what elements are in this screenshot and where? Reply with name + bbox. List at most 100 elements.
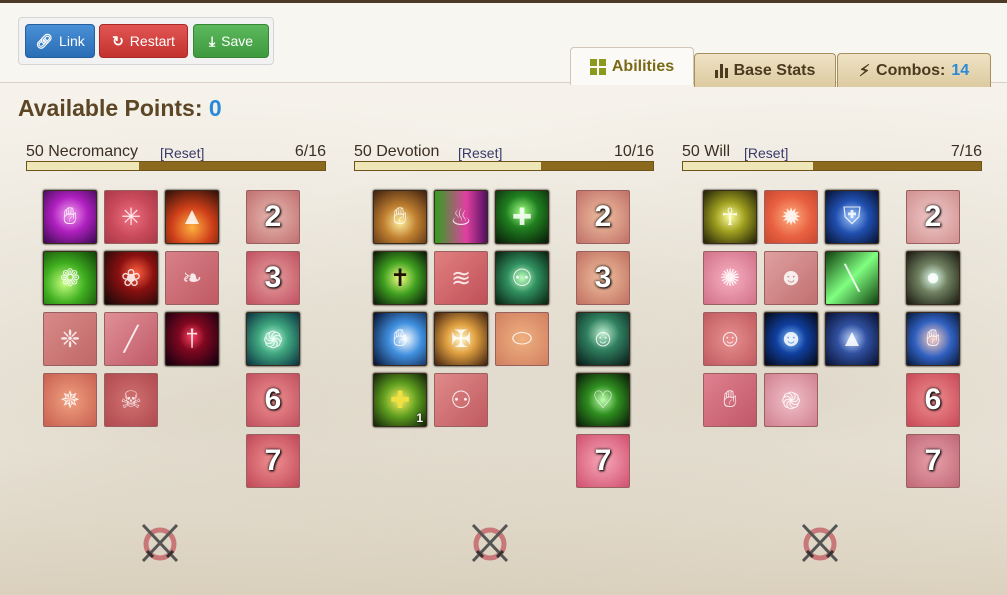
tree-reset-link[interactable]: [Reset] [744, 145, 788, 161]
vortex-icon: ֍ [263, 326, 283, 354]
ability-icon[interactable]: ☥︎ [703, 190, 757, 244]
tier-ability-icon[interactable]: 6 [246, 373, 300, 427]
ability-icon[interactable]: ✝︎ [373, 251, 427, 305]
tree-header: 50 Will [Reset] 7/16 [682, 141, 982, 161]
tree-progress-fill [355, 162, 542, 170]
ability-icon[interactable]: ✳︎ [104, 190, 158, 244]
restart-label: Restart [129, 33, 175, 49]
bust-icon: ☻︎ [778, 264, 804, 291]
grasp-icon: ❁ [59, 264, 81, 292]
save-button[interactable]: ⤓ Save [193, 24, 269, 58]
tier-label: 7 [264, 444, 282, 477]
ability-icon[interactable]: ❈ [43, 312, 97, 366]
ability-icon[interactable]: ╲ [825, 251, 879, 305]
ability-icon[interactable]: ❧ [165, 251, 219, 305]
save-label: Save [221, 33, 254, 49]
tree-point-count: 10/16 [613, 143, 654, 160]
web-icon: ✵ [59, 386, 81, 414]
tree-will: 50 Will [Reset] 7/16 ☥︎ ✹ ⛨︎ ✺ ☻︎ ╲ ☺︎ ☻… [682, 141, 982, 581]
tree-reset-link[interactable]: [Reset] [458, 145, 502, 161]
skull-burst-icon: ❈ [59, 325, 81, 353]
ability-icon[interactable]: † [165, 312, 219, 366]
link-label: Link [59, 33, 85, 49]
ability-icon[interactable]: ♡ [576, 373, 630, 427]
ability-icon[interactable]: ֍ [246, 312, 300, 366]
ability-icon[interactable]: ✋︎ [43, 190, 97, 244]
crossed-swords-icon[interactable] [795, 517, 845, 567]
available-points: Available Points: 0 [18, 95, 222, 122]
ability-icon[interactable]: ✋︎ [703, 373, 757, 427]
spiral-icon: ֎ [781, 387, 801, 415]
healing-hand-icon: ✋︎ [926, 325, 940, 352]
cross-icon: ✝︎ [389, 264, 411, 292]
ability-icon[interactable]: ▲ [165, 190, 219, 244]
tier-label: 2 [594, 200, 612, 233]
ability-icon[interactable]: ☻︎ [764, 312, 818, 366]
crossed-swords-icon[interactable] [465, 517, 515, 567]
ability-icon[interactable]: ☻︎ [764, 251, 818, 305]
ability-icon[interactable]: ☺︎ [703, 312, 757, 366]
tab-base-stats[interactable]: Base Stats [694, 53, 836, 87]
tier-ability-icon[interactable]: 2 [906, 190, 960, 244]
tier-ability-icon[interactable]: 3 [576, 251, 630, 305]
ability-icon[interactable]: ✵ [43, 373, 97, 427]
crossed-swords-icon[interactable] [135, 517, 185, 567]
refresh-icon: ↻ [112, 32, 124, 49]
bolt-icon: ⚡︎ [858, 62, 871, 80]
restart-button[interactable]: ↻ Restart [99, 24, 188, 58]
tab-combos-label: Combos: [876, 61, 946, 79]
tree-progress-bar [354, 161, 654, 171]
ability-icon[interactable]: ֎ [764, 373, 818, 427]
tier-label: 7 [594, 444, 612, 477]
tree-name: 50 Devotion [354, 143, 440, 160]
starburst-icon: ✺ [719, 264, 741, 292]
ability-icon[interactable]: ✋︎ [373, 312, 427, 366]
ability-icon[interactable]: ☺︎ [576, 312, 630, 366]
ability-icon[interactable]: ✹ [764, 190, 818, 244]
tier-label: 7 [924, 444, 942, 477]
tree-reset-link[interactable]: [Reset] [160, 145, 204, 161]
tab-abilities[interactable]: Abilities [570, 47, 694, 85]
ability-icon[interactable]: ● [906, 251, 960, 305]
ability-icon[interactable]: ✋︎ [373, 190, 427, 244]
tier-label: 2 [264, 200, 282, 233]
light-beam-icon: ╲ [844, 264, 860, 292]
tier-ability-icon[interactable]: 7 [906, 434, 960, 488]
link-icon: 🔗︎ [35, 32, 54, 49]
shield-icon: ⛨︎ [843, 203, 861, 230]
tier-label: 2 [924, 200, 942, 233]
tab-combos[interactable]: ⚡︎ Combos: 14 [837, 53, 991, 87]
available-points-label: Available Points: [18, 95, 203, 121]
grid-icon [589, 58, 606, 75]
wave-icon: ≋ [450, 264, 472, 292]
download-icon: ⤓ [208, 32, 216, 49]
tier-ability-icon[interactable]: 2 [246, 190, 300, 244]
ability-icon[interactable]: ✚ [495, 190, 549, 244]
ability-icon[interactable]: ❀ [104, 251, 158, 305]
ability-icon[interactable]: ❁ [43, 251, 97, 305]
ability-icon[interactable]: ⛨︎ [825, 190, 879, 244]
ability-icon[interactable]: ✚ 1 [373, 373, 427, 427]
ability-icon[interactable]: ✺ [703, 251, 757, 305]
tier-ability-icon[interactable]: 7 [576, 434, 630, 488]
tier-ability-icon[interactable]: 6 [906, 373, 960, 427]
tier-ability-icon[interactable]: 2 [576, 190, 630, 244]
tier-ability-icon[interactable]: 7 [246, 434, 300, 488]
ability-icon[interactable]: ▲ [825, 312, 879, 366]
burst-icon: ✳︎ [120, 203, 142, 231]
ability-icon[interactable]: ✠ [434, 312, 488, 366]
ability-icon[interactable]: ✋︎ [906, 312, 960, 366]
flame-icon: ♨︎ [450, 203, 472, 231]
ability-icon[interactable]: ⚇ [495, 251, 549, 305]
ability-icon[interactable]: ≋ [434, 251, 488, 305]
ability-icon[interactable]: ╱ [104, 312, 158, 366]
ability-icon[interactable]: ⬭ [495, 312, 549, 366]
ability-icon[interactable]: ⚇ [434, 373, 488, 427]
link-button[interactable]: 🔗︎ Link [25, 24, 95, 58]
ability-icon[interactable]: ☠︎ [104, 373, 158, 427]
ability-icon[interactable]: ♨︎ [434, 190, 488, 244]
blade-icon: † [185, 325, 199, 352]
ability-builder: 🔗︎ Link ↻ Restart ⤓ Save Abilities Base … [0, 0, 1007, 595]
tree-progress-fill [27, 162, 139, 170]
tier-ability-icon[interactable]: 3 [246, 251, 300, 305]
